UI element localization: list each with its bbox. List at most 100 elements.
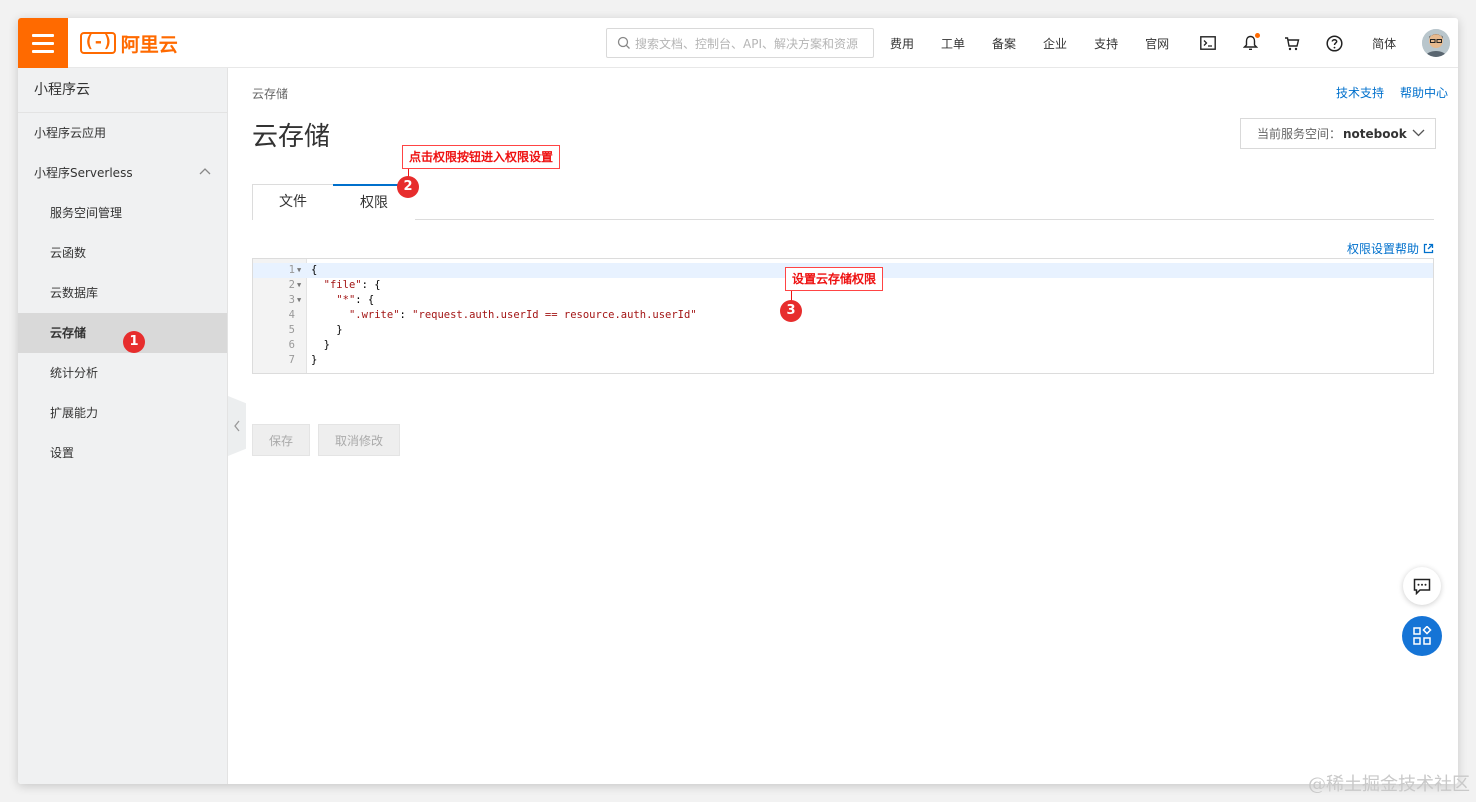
sidebar-item-statistics[interactable]: 统计分析 [18,353,227,393]
watermark: @稀土掘金技术社区 [1308,774,1470,795]
sidebar-group-serverless[interactable]: 小程序Serverless [18,153,227,193]
top-links: 技术支持 帮助中心 [1336,84,1448,101]
step-badge-3: 3 [780,300,802,322]
sidebar-item-label: 云存储 [50,326,87,340]
tech-support-link[interactable]: 技术支持 [1336,84,1384,101]
bell-icon[interactable] [1238,31,1262,55]
notification-dot [1255,33,1261,38]
code-text: ".write": "request.auth.userId == resour… [311,308,697,323]
cart-icon[interactable] [1280,31,1304,55]
tab-files[interactable]: 文件 [252,184,334,220]
user-avatar[interactable] [1422,29,1451,57]
sidebar-item-label: 小程序Serverless [34,166,133,180]
cancel-edit-button[interactable]: 取消修改 [318,424,400,456]
sidebar-collapse-handle[interactable] [228,396,246,456]
code-text: } [311,338,330,353]
brand-name: 阿里云 [120,33,178,56]
fold-arrow-icon[interactable]: ▼ [297,293,301,308]
console-window: (-) 阿里云 搜索文档、控制台、API、解决方案和资源 费用 工单 备案 企业… [18,18,1458,784]
line-number: 4 [288,309,295,321]
search-placeholder: 搜索文档、控制台、API、解决方案和资源 [635,36,858,51]
sidebar-item-space-management[interactable]: 服务空间管理 [18,193,227,233]
main-content: 云存储 技术支持 帮助中心 云存储 当前服务空间： notebook 文件 权限… [252,68,1448,784]
json-value: "request.auth.userId == resource.auth.us… [412,309,697,321]
json-punct: : [399,309,413,321]
fold-arrow-icon[interactable]: ▼ [297,278,301,293]
sidebar-item-extensions[interactable]: 扩展能力 [18,393,227,433]
code-text: "*": { [311,293,374,308]
json-punct: : { [361,279,381,291]
nav-link-icp[interactable]: 备案 [992,35,1016,52]
json-punct: : { [355,294,375,306]
permission-help-link[interactable]: 权限设置帮助 [1347,240,1434,257]
sidebar-item-label: 扩展能力 [50,406,99,420]
sidebar-item-settings[interactable]: 设置 [18,433,227,473]
callout-tab-permissions: 点击权限按钮进入权限设置 [402,145,561,169]
help-circle-icon[interactable] [1322,31,1346,55]
service-space-value: notebook [1343,126,1407,141]
sidebar-item-label: 云数据库 [50,286,99,300]
json-punct: } [323,339,330,351]
code-line: 5 } [253,323,1433,338]
sidebar-item-miniapp-cloud-apps[interactable]: 小程序云应用 [18,113,227,153]
top-nav-links: 费用 工单 备案 企业 支持 官网 简体 [890,18,1451,68]
code-text: { [311,264,318,276]
line-number: 6 [288,339,295,351]
code-text: "file": { [311,278,381,293]
aliyun-logo[interactable]: (-) 阿里云 [80,30,178,56]
code-text: } [311,354,318,366]
json-key: "file" [323,279,362,291]
hamburger-menu-button[interactable] [18,18,68,68]
nav-link-support[interactable]: 支持 [1094,35,1118,52]
service-space-label: 当前服务空间： [1257,127,1342,141]
chevron-left-icon [234,420,240,432]
callout-editor: 设置云存储权限 [785,267,884,291]
nav-link-fees[interactable]: 费用 [890,35,914,52]
menu-bar-icon [32,49,54,53]
apps-grid-icon [1413,626,1432,645]
sidebar-item-cloud-database[interactable]: 云数据库 [18,273,227,313]
external-link-icon [1423,243,1434,254]
step-badge-1: 1 [123,331,145,353]
permission-help-label: 权限设置帮助 [1346,242,1419,256]
line-number: 3 [288,294,295,306]
json-punct: } [336,324,343,336]
sidebar: 小程序云 小程序云应用 小程序Serverless 服务空间管理 云函数 云数据… [18,68,228,784]
help-center-link[interactable]: 帮助中心 [1400,84,1448,101]
line-number: 1 [288,264,295,276]
code-line: 3 ▼ "*": { [253,293,1433,308]
code-line: 7 } [253,353,1433,368]
sidebar-item-label: 小程序云应用 [34,126,107,140]
sidebar-title: 小程序云 [18,68,227,113]
terminal-icon[interactable] [1196,31,1220,55]
json-key: "*" [336,294,356,306]
fold-arrow-icon[interactable]: ▼ [297,263,301,278]
nav-link-website[interactable]: 官网 [1145,35,1169,52]
save-button[interactable]: 保存 [252,424,310,456]
sidebar-item-label: 设置 [50,446,75,460]
sidebar-item-cloud-functions[interactable]: 云函数 [18,233,227,273]
aliyun-logo-mark-icon: (-) [80,32,116,54]
chevron-down-icon [1412,129,1425,137]
search-icon [617,36,630,49]
search-input[interactable]: 搜索文档、控制台、API、解决方案和资源 [606,28,874,58]
service-space-select[interactable]: 当前服务空间： notebook [1240,118,1436,149]
language-switch[interactable]: 简体 [1372,35,1396,52]
code-line: 4 ".write": "request.auth.userId == reso… [253,308,1433,323]
apps-float-button[interactable] [1402,616,1442,656]
chevron-up-icon [199,168,211,175]
sidebar-item-label: 服务空间管理 [50,206,123,220]
sidebar-item-label: 统计分析 [50,366,99,380]
line-number: 7 [288,354,295,366]
line-number: 5 [288,324,295,336]
chat-float-button[interactable] [1403,567,1441,605]
nav-link-enterprise[interactable]: 企业 [1043,35,1067,52]
action-buttons: 保存 取消修改 [252,424,400,456]
nav-link-tickets[interactable]: 工单 [941,35,965,52]
sidebar-item-cloud-storage[interactable]: 云存储 [18,313,227,353]
code-text: } [311,323,343,338]
breadcrumb[interactable]: 云存储 [252,85,288,102]
chat-bubble-icon [1413,578,1431,595]
top-navbar: (-) 阿里云 搜索文档、控制台、API、解决方案和资源 费用 工单 备案 企业… [18,18,1458,68]
page-title: 云存储 [252,122,331,152]
